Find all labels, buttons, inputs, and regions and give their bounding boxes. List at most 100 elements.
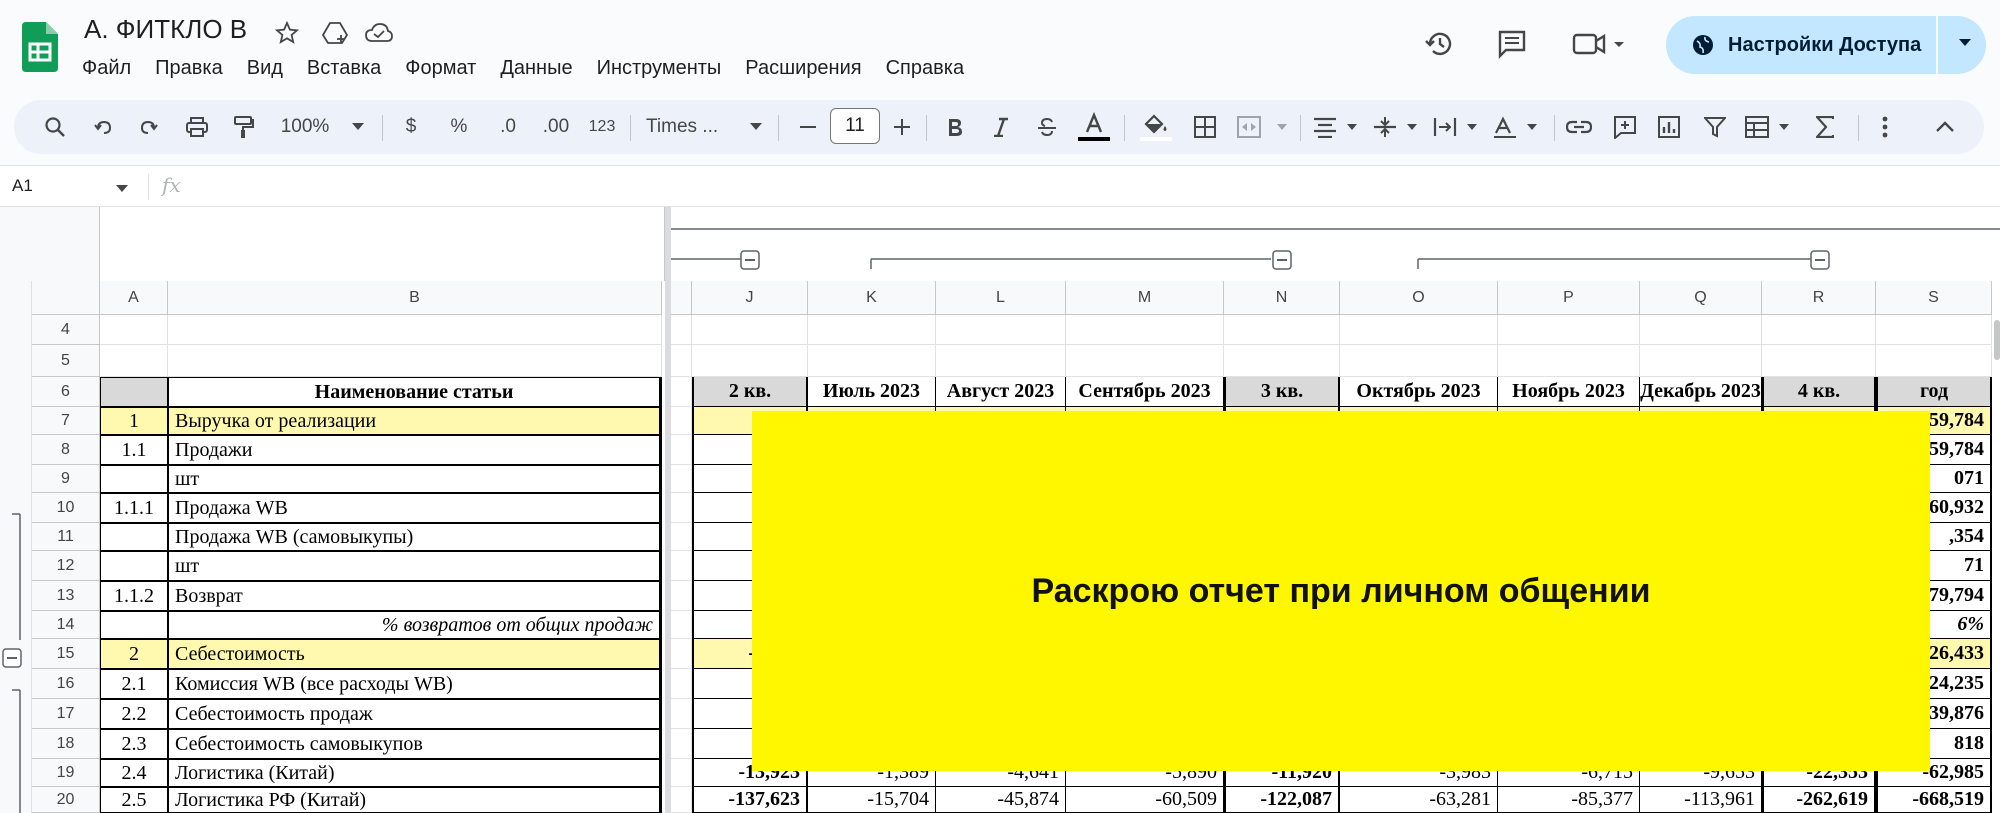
share-button[interactable]: Настройки Доступа bbox=[1666, 16, 1986, 74]
italic-icon[interactable] bbox=[986, 100, 1016, 154]
cell-value[interactable] bbox=[808, 315, 936, 345]
cell-value[interactable] bbox=[692, 315, 808, 345]
cell-b[interactable]: Логистика РФ (Китай) bbox=[168, 787, 662, 813]
cell-b[interactable]: шт bbox=[168, 465, 662, 493]
cell-value[interactable] bbox=[1876, 345, 1992, 377]
row-header[interactable]: 16 bbox=[32, 669, 100, 699]
cell-b[interactable]: Себестоимость самовыкупов bbox=[168, 729, 662, 759]
cell-value[interactable]: -668,519 bbox=[1876, 787, 1992, 813]
cell-value[interactable]: -137,623 bbox=[692, 787, 808, 813]
column-header-10[interactable]: R bbox=[1762, 281, 1876, 315]
cell-b[interactable]: Наименование статьи bbox=[168, 377, 662, 407]
more-options-icon[interactable] bbox=[1870, 100, 1900, 154]
paint-format-icon[interactable] bbox=[228, 100, 258, 154]
cell-a[interactable]: 1.1.2 bbox=[100, 581, 168, 611]
row-header[interactable]: 19 bbox=[32, 759, 100, 787]
select-all-corner[interactable] bbox=[32, 281, 100, 315]
cloud-saved-icon[interactable] bbox=[364, 18, 394, 48]
cell-a[interactable]: 2.3 bbox=[100, 729, 168, 759]
table-view-icon[interactable] bbox=[1744, 100, 1796, 154]
meet-icon[interactable] bbox=[1570, 24, 1630, 64]
search-menus-icon[interactable] bbox=[40, 100, 70, 154]
cell-value[interactable]: -113,961 bbox=[1640, 787, 1762, 813]
cell-value[interactable]: 4 кв. bbox=[1762, 377, 1876, 407]
cell-b[interactable]: Выручка от реализации bbox=[168, 407, 662, 435]
text-wrapping-icon[interactable] bbox=[1432, 100, 1484, 154]
column-header-6[interactable]: N bbox=[1224, 281, 1340, 315]
chevron-down-icon[interactable] bbox=[1958, 38, 1972, 48]
cell-a[interactable]: 1.1.1 bbox=[100, 493, 168, 523]
collapse-group-icon[interactable] bbox=[1272, 250, 1292, 275]
cell-a[interactable]: 2 bbox=[100, 639, 168, 669]
cell-a[interactable] bbox=[100, 315, 168, 345]
menu-view[interactable]: Вид bbox=[235, 54, 295, 84]
insert-link-icon[interactable] bbox=[1564, 100, 1594, 154]
font-family-select[interactable]: Times ... bbox=[646, 100, 746, 154]
row-header[interactable]: 7 bbox=[32, 407, 100, 435]
cell-value[interactable] bbox=[1640, 315, 1762, 345]
zoom-select[interactable]: 100% bbox=[270, 100, 340, 154]
row-header[interactable]: 5 bbox=[32, 345, 100, 377]
row-header[interactable]: 13 bbox=[32, 581, 100, 611]
cell-a[interactable] bbox=[100, 551, 168, 581]
collapse-row-group-icon[interactable] bbox=[2, 648, 22, 673]
cell-a[interactable]: 2.1 bbox=[100, 669, 168, 699]
comments-icon[interactable] bbox=[1492, 24, 1532, 64]
row-header[interactable]: 15 bbox=[32, 639, 100, 669]
cell-a[interactable] bbox=[100, 523, 168, 551]
cell-a[interactable] bbox=[100, 611, 168, 639]
cell-value[interactable] bbox=[1498, 345, 1640, 377]
font-chevron-down-icon[interactable] bbox=[746, 100, 766, 154]
column-header-0[interactable]: A bbox=[100, 281, 168, 315]
cell-b[interactable]: Себестоимость bbox=[168, 639, 662, 669]
cell-a[interactable]: 2.2 bbox=[100, 699, 168, 729]
decrease-decimal-button[interactable]: .0 bbox=[490, 100, 526, 154]
cell-value[interactable]: Декабрь 2023 bbox=[1640, 377, 1762, 407]
row-header[interactable]: 6 bbox=[32, 377, 100, 407]
functions-sigma-icon[interactable] bbox=[1810, 100, 1840, 154]
print-icon[interactable] bbox=[182, 100, 212, 154]
collapse-group-icon[interactable] bbox=[740, 250, 760, 275]
cell-b[interactable]: Продажи bbox=[168, 435, 662, 465]
cell-value[interactable]: -85,377 bbox=[1498, 787, 1640, 813]
menu-extensions[interactable]: Расширения bbox=[733, 54, 873, 84]
name-box[interactable]: A1 bbox=[12, 176, 33, 196]
menu-data[interactable]: Данные bbox=[488, 54, 584, 84]
row-header[interactable]: 17 bbox=[32, 699, 100, 729]
column-header-5[interactable]: M bbox=[1066, 281, 1224, 315]
column-header-3[interactable]: K bbox=[808, 281, 936, 315]
bold-icon[interactable] bbox=[940, 100, 970, 154]
cell-a[interactable]: 1.1 bbox=[100, 435, 168, 465]
menu-help[interactable]: Справка bbox=[874, 54, 976, 84]
format-percent-button[interactable]: % bbox=[444, 100, 474, 154]
column-header-8[interactable]: P bbox=[1498, 281, 1640, 315]
zoom-chevron-down-icon[interactable] bbox=[346, 100, 370, 154]
cell-value[interactable] bbox=[1876, 315, 1992, 345]
vertical-scrollbar[interactable] bbox=[1994, 320, 2000, 360]
fill-color-icon[interactable] bbox=[1138, 100, 1174, 154]
cell-value[interactable] bbox=[1340, 315, 1498, 345]
cell-value[interactable] bbox=[1340, 345, 1498, 377]
cell-b[interactable]: Себестоимость продаж bbox=[168, 699, 662, 729]
collapse-toolbar-icon[interactable] bbox=[1930, 100, 1960, 154]
menu-format[interactable]: Формат bbox=[393, 54, 488, 84]
borders-icon[interactable] bbox=[1190, 100, 1220, 154]
column-header-11[interactable]: S bbox=[1876, 281, 1992, 315]
column-header-9[interactable]: Q bbox=[1640, 281, 1762, 315]
row-header[interactable]: 18 bbox=[32, 729, 100, 759]
row-header[interactable]: 12 bbox=[32, 551, 100, 581]
undo-icon[interactable] bbox=[88, 100, 118, 154]
cell-a[interactable] bbox=[100, 465, 168, 493]
cell-value[interactable]: 3 кв. bbox=[1224, 377, 1340, 407]
move-to-drive-icon[interactable] bbox=[320, 18, 350, 48]
font-size-input[interactable]: 11 bbox=[830, 108, 880, 144]
cell-b[interactable]: % возвратов от общих продаж bbox=[168, 611, 662, 639]
cell-value[interactable]: Август 2023 bbox=[936, 377, 1066, 407]
cell-b[interactable] bbox=[168, 345, 662, 377]
cell-a[interactable]: 2.5 bbox=[100, 787, 168, 813]
text-color-icon[interactable] bbox=[1076, 100, 1112, 154]
cell-b[interactable]: Возврат bbox=[168, 581, 662, 611]
cell-value[interactable] bbox=[1066, 345, 1224, 377]
cell-value[interactable] bbox=[1224, 315, 1340, 345]
menu-insert[interactable]: Вставка bbox=[295, 54, 393, 84]
